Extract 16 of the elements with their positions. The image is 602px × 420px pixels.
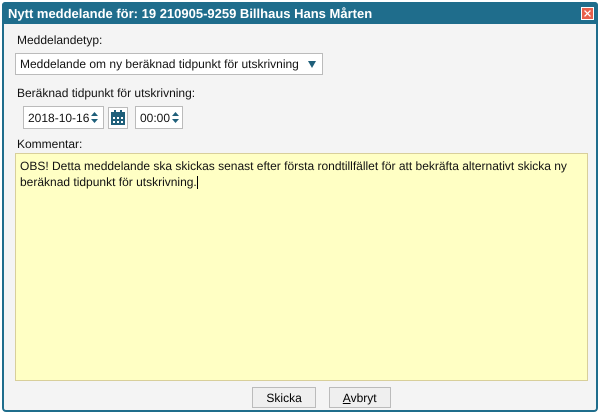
dialog-button[interactable]: Avbryt [328, 387, 391, 408]
window-title: Nytt meddelande för: 19 210905-9259 Billhaus Hans Mårten [8, 6, 372, 20]
calendar-icon [110, 110, 126, 126]
time-field[interactable]: 00:00 [135, 106, 183, 129]
spinner-icon[interactable] [91, 111, 98, 124]
calendar-button[interactable] [108, 106, 128, 128]
message-type-dropdown[interactable]: Meddelande om ny beräknad tidpunkt för utskrivning [15, 53, 323, 75]
date-field[interactable]: 2018-10-16 [23, 106, 104, 129]
field-label: Meddelandetyp: [17, 33, 104, 47]
close-icon[interactable] [581, 6, 594, 20]
spinner-icon[interactable] [172, 111, 180, 124]
dialog-button[interactable]: Skicka [252, 387, 316, 408]
field-label: Beräknad tidpunkt för utskrivning: [17, 86, 196, 100]
caret-icon [308, 60, 316, 68]
comment-field[interactable]: OBS! Detta meddelande ska skickas senast efter första rondtillfället för att bekräfta alternativt skicka ny beräknad tidpunkt för utskrivning. [15, 153, 588, 381]
field-label: Kommentar: [17, 137, 84, 151]
